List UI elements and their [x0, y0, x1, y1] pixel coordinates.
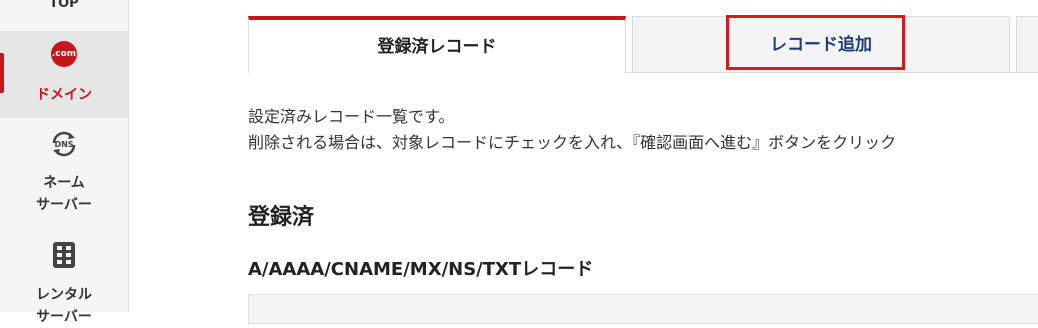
sidebar-item-label: TOP: [49, 0, 79, 11]
records-table: [248, 294, 1038, 324]
svg-text:DNS: DNS: [54, 140, 73, 149]
tab-next-partial[interactable]: [1016, 16, 1038, 73]
highlight-box: [726, 15, 905, 70]
dot-com-icon: .com: [51, 41, 77, 67]
tab-label: 登録済レコード: [377, 37, 497, 57]
sidebar-item-top[interactable]: TOP: [0, 0, 128, 16]
sidebar-item-label: レンタル サーバー: [36, 287, 92, 325]
sidebar-item-nameserver[interactable]: DNS ネーム サーバー: [0, 130, 128, 216]
sidebar-item-label: ドメイン: [36, 87, 92, 103]
sidebar-item-domain[interactable]: .com ドメイン: [0, 31, 128, 118]
server-icon: [53, 242, 75, 268]
record-types-heading: A/AAAA/CNAME/MX/NS/TXTレコード: [248, 259, 594, 280]
sidebar: TOP .com ドメイン DNS ネーム サーバー レンタル サーバー: [0, 0, 129, 325]
description-line: 削除される場合は、対象レコードにチェックを入れ、『確認画面へ進む』ボタンをクリッ…: [248, 133, 897, 152]
sidebar-item-rental-server[interactable]: レンタル サーバー: [0, 240, 128, 325]
sidebar-item-label: ネーム サーバー: [36, 175, 92, 213]
tab-divider: [626, 72, 1038, 73]
section-title: 登録済: [248, 205, 315, 230]
dns-icon: DNS: [52, 131, 76, 157]
description-text: 設定済みレコード一覧です。 削除される場合は、対象レコードにチェックを入れ、『確…: [248, 104, 896, 156]
tab-registered-records[interactable]: 登録済レコード: [248, 16, 626, 73]
tab-add-record[interactable]: レコード追加: [632, 15, 1010, 73]
description-line: 設定済みレコード一覧です。: [248, 107, 455, 126]
